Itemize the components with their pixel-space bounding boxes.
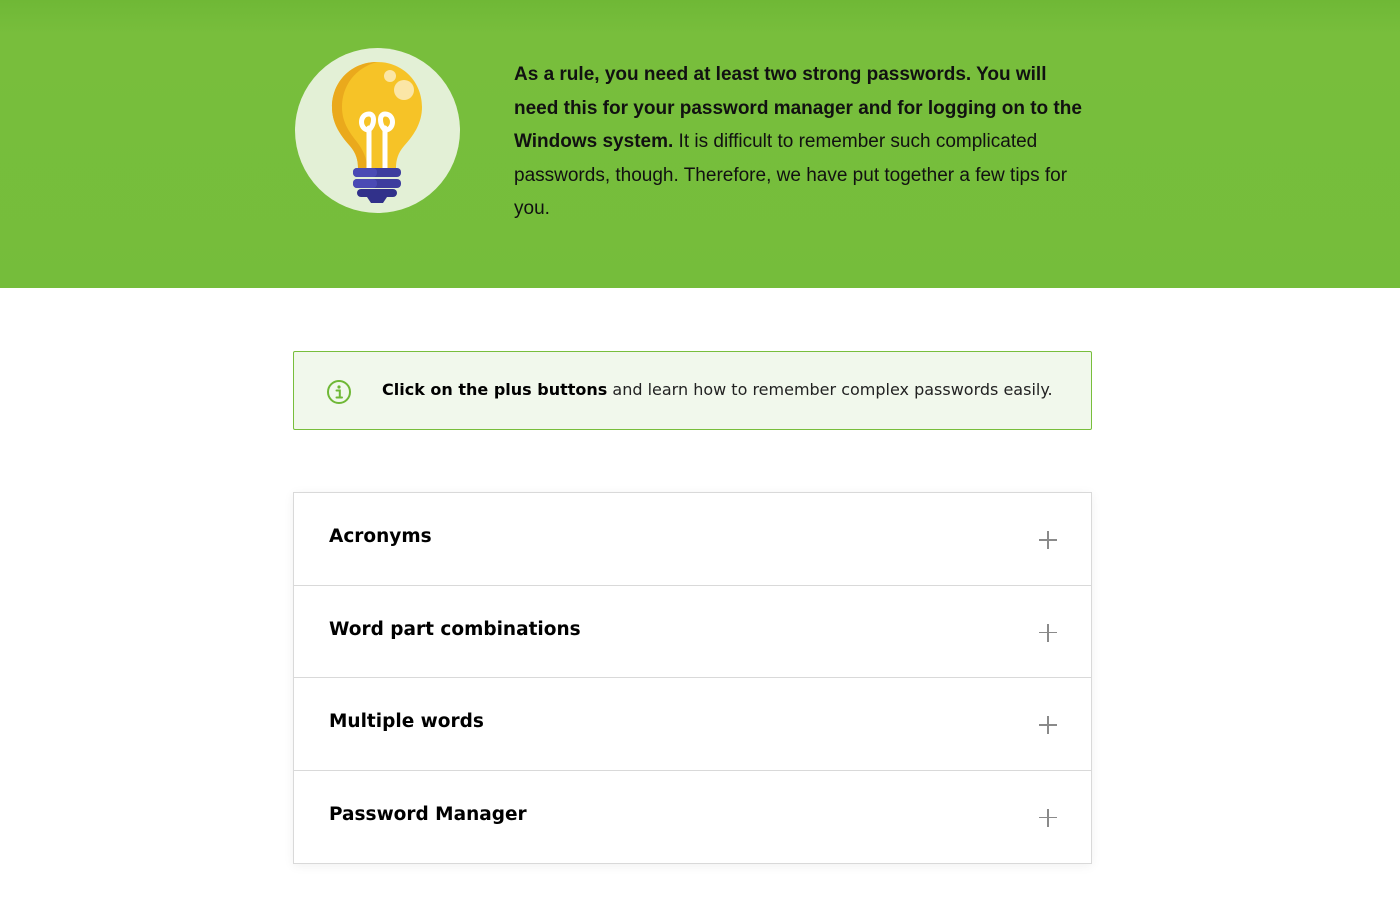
- accordion-title: Password Manager: [329, 803, 527, 825]
- info-callout-text: Click on the plus buttons and learn how …: [382, 379, 1053, 401]
- plus-icon[interactable]: [1038, 623, 1058, 643]
- accordion-item-word-part-combinations[interactable]: Word part combinations: [294, 586, 1091, 678]
- plus-icon[interactable]: [1038, 808, 1058, 828]
- accordion-item-password-manager[interactable]: Password Manager: [294, 771, 1091, 864]
- hero-banner: As a rule, you need at least two strong …: [0, 0, 1400, 288]
- password-tips-accordion: Acronyms Word part combinations Multiple…: [293, 492, 1092, 864]
- plus-icon[interactable]: [1038, 715, 1058, 735]
- hero-intro-text: As a rule, you need at least two strong …: [514, 58, 1094, 226]
- info-callout-regular: and learn how to remember complex passwo…: [607, 380, 1053, 399]
- lightbulb-icon: [295, 48, 460, 213]
- plus-icon[interactable]: [1038, 530, 1058, 550]
- accordion-item-multiple-words[interactable]: Multiple words: [294, 678, 1091, 771]
- accordion-title: Word part combinations: [329, 618, 581, 640]
- info-callout: Click on the plus buttons and learn how …: [293, 351, 1092, 430]
- accordion-item-acronyms[interactable]: Acronyms: [294, 493, 1091, 586]
- accordion-title: Multiple words: [329, 711, 484, 732]
- accordion-title: Acronyms: [329, 526, 432, 547]
- info-callout-bold: Click on the plus buttons: [382, 380, 608, 399]
- info-circle-icon: [326, 379, 352, 405]
